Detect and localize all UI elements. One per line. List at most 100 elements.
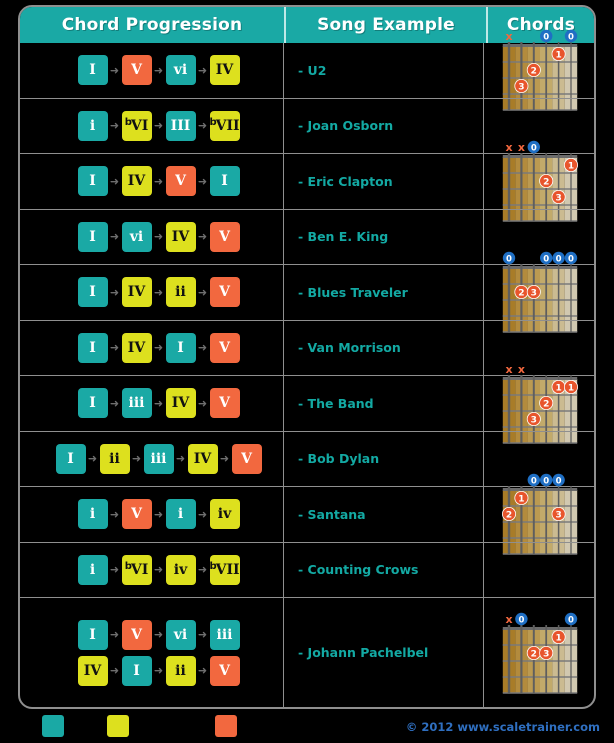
progression-cell: I ➜ IV ➜ I ➜ V bbox=[20, 320, 284, 375]
arrow-icon: ➜ bbox=[109, 664, 120, 677]
progression-line: I ➜ vi ➜ IV ➜ V bbox=[77, 221, 240, 252]
arrow-icon: ➜ bbox=[109, 396, 120, 410]
chord-chip: V bbox=[209, 332, 240, 363]
chord-chip: b VI bbox=[121, 554, 152, 585]
chord-numeral: I bbox=[89, 626, 96, 643]
progression-cell: I ➜ IV ➜ V ➜ I bbox=[20, 154, 284, 209]
chord-numeral: IV bbox=[127, 173, 146, 190]
chord-numeral: I bbox=[89, 339, 96, 356]
chord-chip: iii bbox=[209, 619, 240, 650]
chord-numeral: V bbox=[131, 62, 142, 79]
chord-numeral: I bbox=[67, 450, 74, 467]
chord-numeral: iv bbox=[173, 561, 188, 578]
svg-text:1: 1 bbox=[568, 384, 574, 394]
arrow-icon: ➜ bbox=[109, 341, 120, 355]
progression-line: I ➜ IV ➜ I ➜ V bbox=[77, 332, 240, 363]
chord-numeral: I bbox=[89, 173, 96, 190]
chord-chip: I bbox=[121, 655, 152, 686]
table-row: I ➜ V ➜ vi ➜ iii IV ➜ I ➜ ii ➜ V - Johann Pachelbel x 0 0… bbox=[20, 597, 594, 707]
arrow-icon: ➜ bbox=[197, 119, 208, 133]
chord-chip: vi bbox=[121, 221, 152, 252]
fretboard-slot: xx1123 bbox=[484, 363, 594, 444]
progression-line: I ➜ V ➜ vi ➜ IV bbox=[77, 55, 240, 86]
fretboard-slot: 000023 bbox=[484, 252, 594, 333]
chord-numeral: i bbox=[89, 561, 96, 578]
chord-chip: IV bbox=[121, 166, 152, 197]
copyright-text: © 2012 www.scaletrainer.com bbox=[405, 720, 600, 734]
fretboard-slot: x00123 bbox=[484, 30, 594, 111]
arrow-icon: ➜ bbox=[153, 174, 164, 188]
chord-chip: i bbox=[77, 110, 108, 141]
chord-numeral: i bbox=[89, 117, 96, 134]
chord-numeral: I bbox=[177, 339, 184, 356]
table-row: i ➜ V ➜ i ➜ iv - Santana 0 0 0 1 2 3 bbox=[20, 474, 594, 555]
svg-text:1: 1 bbox=[555, 633, 561, 643]
arrow-icon: ➜ bbox=[153, 628, 164, 641]
chord-numeral: III bbox=[170, 117, 191, 134]
svg-text:x: x bbox=[518, 141, 525, 154]
arrow-icon: ➜ bbox=[197, 664, 208, 677]
progression-cell: i ➜ b VI ➜ iv ➜ b VII bbox=[20, 542, 284, 597]
progression-cell: i ➜ b VI ➜ III ➜ b VII bbox=[20, 98, 284, 153]
arrow-icon: ➜ bbox=[109, 628, 120, 641]
progression-cell: I ➜ iii ➜ IV ➜ V bbox=[20, 376, 284, 431]
svg-text:0: 0 bbox=[568, 615, 574, 625]
svg-text:0: 0 bbox=[531, 144, 537, 154]
song-example-cell: - Johann Pachelbel bbox=[284, 598, 484, 707]
arrow-icon: ➜ bbox=[109, 174, 120, 188]
chord-chip: I bbox=[77, 55, 108, 86]
arrow-icon: ➜ bbox=[197, 396, 208, 410]
chord-numeral: IV bbox=[193, 450, 212, 467]
chord-chip: I bbox=[77, 619, 108, 650]
svg-text:1: 1 bbox=[555, 51, 561, 61]
svg-text:x: x bbox=[518, 363, 525, 376]
chord-chip: I bbox=[77, 221, 108, 252]
svg-text:2: 2 bbox=[531, 649, 537, 659]
svg-text:3: 3 bbox=[543, 649, 549, 659]
chord-numeral: ii bbox=[109, 450, 120, 467]
chord-chip: ii bbox=[165, 655, 196, 686]
chord-diagram-cell: x 0 01 23 bbox=[484, 30, 594, 111]
chord-chip: b VII bbox=[209, 554, 240, 585]
song-example-cell: - The Band bbox=[284, 376, 484, 431]
chord-chip: IV bbox=[121, 332, 152, 363]
svg-text:2: 2 bbox=[531, 67, 537, 77]
progression-line: I ➜ V ➜ vi ➜ iii bbox=[77, 619, 240, 650]
fretboard-slot: 000123 bbox=[484, 474, 594, 555]
arrow-icon: ➜ bbox=[197, 628, 208, 641]
chord-numeral: I bbox=[89, 395, 96, 412]
fretboard-slot: x00123 bbox=[484, 598, 594, 707]
chord-chip: V bbox=[121, 499, 152, 530]
table-row: I ➜ iii ➜ IV ➜ V - The Band x x 1 1 2 3 bbox=[20, 363, 594, 444]
chord-numeral: ii bbox=[175, 284, 186, 301]
song-example-cell: - Bob Dylan bbox=[284, 431, 484, 486]
chord-chip: I bbox=[55, 443, 86, 474]
arrow-icon: ➜ bbox=[153, 341, 164, 355]
svg-text:2: 2 bbox=[543, 400, 549, 410]
chord-progression-chart: Chord Progression Song Example Chords I ➜… bbox=[0, 0, 614, 743]
song-example-cell: - Blues Traveler bbox=[284, 265, 484, 320]
chord-numeral: vi bbox=[173, 626, 188, 643]
legend-swatch-teal bbox=[42, 715, 64, 737]
progression-cell: I ➜ ii ➜ iii ➜ IV ➜ V bbox=[20, 431, 284, 486]
svg-text:0: 0 bbox=[518, 615, 524, 625]
svg-text:x: x bbox=[505, 141, 512, 154]
fretboard-slot: xx0123 bbox=[484, 141, 594, 222]
table-row: i ➜ b VI ➜ iv ➜ b VII - Counting Crows bbox=[20, 541, 594, 597]
chord-chip: i bbox=[77, 554, 108, 585]
chord-chip: I bbox=[209, 166, 240, 197]
arrow-icon: ➜ bbox=[197, 341, 208, 355]
chord-chip: IV bbox=[121, 277, 152, 308]
chord-diagram-cell: 000023 bbox=[484, 252, 594, 333]
progression-cell: i ➜ V ➜ i ➜ iv bbox=[20, 487, 284, 542]
chord-chip: V bbox=[209, 655, 240, 686]
chord-chip: iv bbox=[165, 554, 196, 585]
chord-diagram-cell: xx1123 bbox=[484, 363, 594, 444]
header-chord-progression: Chord Progression bbox=[20, 7, 286, 43]
chord-numeral: iii bbox=[216, 626, 233, 643]
progression-line: I ➜ IV ➜ V ➜ I bbox=[77, 166, 240, 197]
svg-text:2: 2 bbox=[518, 289, 524, 299]
table-row: I ➜ V ➜ vi ➜ IV - U2 x 0 0 1 2 3 bbox=[20, 30, 594, 111]
progression-line: I ➜ ii ➜ iii ➜ IV ➜ V bbox=[55, 443, 262, 474]
chord-chip: iv bbox=[209, 499, 240, 530]
